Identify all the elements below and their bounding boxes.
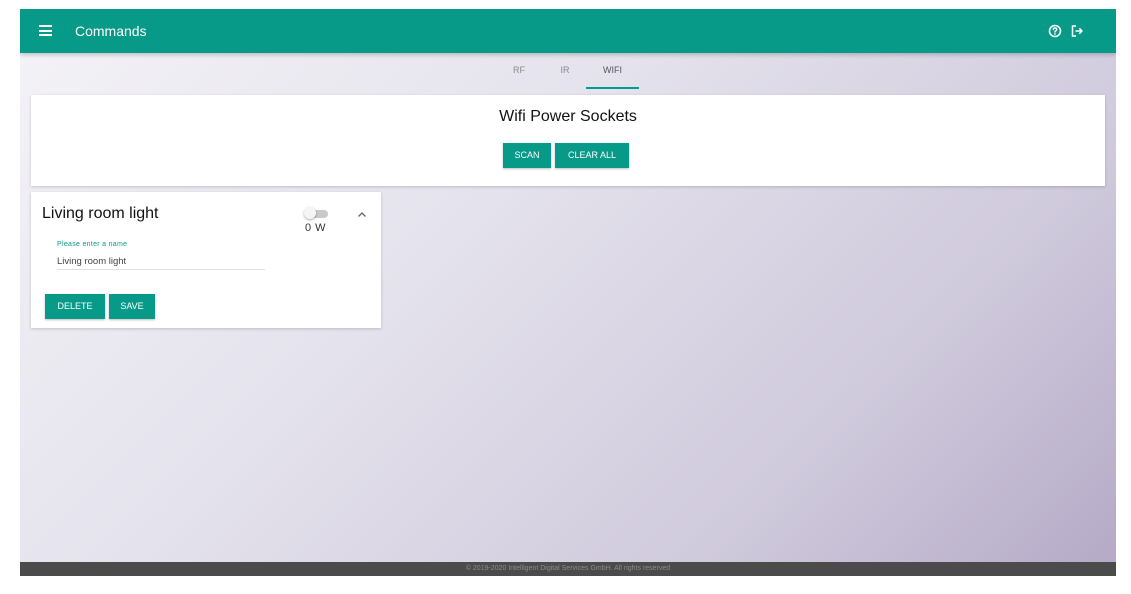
save-button[interactable]: SAVE — [109, 294, 155, 319]
chevron-up-icon[interactable] — [357, 211, 367, 218]
name-field-label: Please enter a name — [57, 241, 128, 248]
power-toggle[interactable] — [304, 207, 328, 219]
name-input[interactable] — [57, 253, 265, 270]
wifi-sockets-panel: Wifi Power Sockets SCAN CLEAR ALL — [31, 95, 1105, 186]
top-app-bar: Commands — [20, 9, 1116, 53]
page-title: Commands — [75, 23, 147, 39]
menu-icon[interactable] — [39, 25, 52, 36]
power-reading: 0 W — [305, 222, 327, 234]
tab-rf[interactable]: RF — [504, 63, 534, 87]
tab-ir[interactable]: IR — [550, 63, 580, 87]
device-name: Living room light — [42, 205, 159, 222]
panel-title: Wifi Power Sockets — [499, 108, 637, 125]
delete-button[interactable]: DELETE — [45, 294, 105, 319]
app-window: Commands RF IR WIFI Wifi Power Sockets S… — [20, 9, 1116, 576]
scan-button[interactable]: SCAN — [503, 143, 551, 168]
tab-wifi[interactable]: WIFI — [586, 63, 639, 89]
logout-icon[interactable] — [1070, 24, 1084, 38]
device-card: Living room light 0 W Please enter a nam… — [31, 192, 381, 328]
clear-all-button[interactable]: CLEAR ALL — [555, 143, 629, 168]
footer: © 2019-2020 Intelligent Digital Services… — [20, 562, 1116, 576]
tab-bar: RF IR WIFI — [20, 53, 1116, 89]
help-icon[interactable] — [1048, 24, 1062, 38]
